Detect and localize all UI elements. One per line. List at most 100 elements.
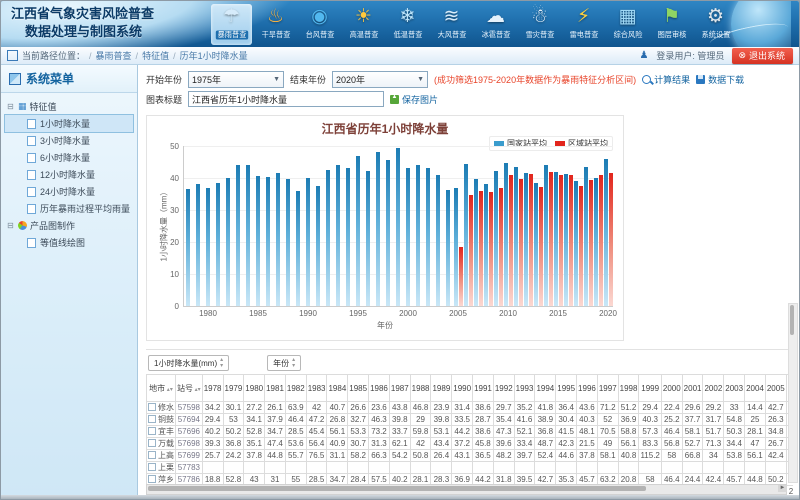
horizontal-scrollbar-thumb[interactable] <box>148 486 646 491</box>
column-header-year-1984[interactable]: 1984 <box>327 375 348 402</box>
toolbar-item-低温普查[interactable]: ❄低温普查 <box>387 4 428 45</box>
sidebar-item-12小时降水量[interactable]: 12小时降水量 <box>5 166 133 183</box>
column-header-year-1996[interactable]: 1996 <box>577 375 598 402</box>
row-checkbox[interactable] <box>148 439 156 447</box>
column-header-year-2004[interactable]: 2004 <box>745 375 766 402</box>
sidebar-item-24小时降水量[interactable]: 24小时降水量 <box>5 183 133 200</box>
column-header-year-1989[interactable]: 1989 <box>431 375 452 402</box>
station-name-cell: 上栗 <box>147 462 176 474</box>
sidebar-group-产品图制作[interactable]: ⊟产品图制作 <box>5 217 133 234</box>
column-header-year-2003[interactable]: 2003 <box>724 375 745 402</box>
row-checkbox[interactable] <box>148 475 156 483</box>
column-header-year-2000[interactable]: 2000 <box>661 375 682 402</box>
tree-expander-icon[interactable]: ⊟ <box>7 102 15 111</box>
sidebar-item-6小时降水量[interactable]: 6小时降水量 <box>5 149 133 166</box>
column-header-year-1982[interactable]: 1982 <box>285 375 306 402</box>
start-year-select[interactable]: 1975年▼ <box>188 71 284 88</box>
row-checkbox[interactable] <box>148 451 156 459</box>
row-checkbox[interactable] <box>148 403 156 411</box>
row-checkbox[interactable] <box>148 463 156 471</box>
column-header-year-1980[interactable]: 1980 <box>244 375 265 402</box>
bar-national-1978 <box>186 189 190 306</box>
table-row: 上高5769925.724.237.844.855.776.531.158.26… <box>147 450 794 462</box>
toolbar-item-冰雹普查[interactable]: ☁冰雹普查 <box>475 4 516 45</box>
value-type-label: 1小时降水量(mm) <box>154 358 217 369</box>
column-header-year-1990[interactable]: 1990 <box>452 375 473 402</box>
column-header-year-1991[interactable]: 1991 <box>473 375 494 402</box>
toolbar-item-大风普查[interactable]: ≋大风普查 <box>431 4 472 45</box>
column-header-year-1983[interactable]: 1983 <box>306 375 327 402</box>
calculate-result-button[interactable]: 计算结果 <box>642 73 690 86</box>
value-cell: 37.9 <box>265 414 286 426</box>
station-name: 上高 <box>158 451 174 460</box>
column-header-year-1995[interactable]: 1995 <box>556 375 577 402</box>
breadcrumb-link[interactable]: 特征值 <box>142 51 169 61</box>
value-cell: 42.7 <box>765 402 786 414</box>
column-header-year-1997[interactable]: 1997 <box>597 375 618 402</box>
breadcrumb-link[interactable]: 暴雨普查 <box>96 51 132 61</box>
exit-system-button[interactable]: ⊗ 退出系统 <box>732 48 793 64</box>
toolbar-item-暴雨普查[interactable]: ☂暴雨普查 <box>211 4 252 45</box>
column-header-year-1992[interactable]: 1992 <box>493 375 514 402</box>
table-row: 宜丰5769640.250.252.834.728.545.456.153.37… <box>147 426 794 438</box>
value-cell <box>618 462 639 474</box>
value-cell: 28.5 <box>285 426 306 438</box>
legend-item-区域站平均[interactable]: 区域站平均 <box>555 138 608 149</box>
sidebar-item-历年暴雨过程平均雨量[interactable]: 历年暴雨过程平均雨量 <box>5 200 133 217</box>
x-axis-label: 年份 <box>147 320 623 331</box>
chart-title-input[interactable] <box>188 91 384 107</box>
sidebar-group-特征值[interactable]: ⊟▦特征值 <box>5 98 133 115</box>
toolbar-item-系统设置[interactable]: ⚙系统设置 <box>695 4 736 45</box>
year-sort-dropdown[interactable]: 年份 ▴▾ <box>267 355 301 371</box>
column-header-year-1998[interactable]: 1998 <box>618 375 639 402</box>
value-cell: 47.4 <box>265 438 286 450</box>
column-header-year-1993[interactable]: 1993 <box>514 375 535 402</box>
toolbar-item-干旱普查[interactable]: ♨干旱普查 <box>255 4 296 45</box>
column-header-year-1978[interactable]: 1978 <box>202 375 223 402</box>
legend-item-国家站平均[interactable]: 国家站平均 <box>494 138 547 149</box>
station-name-cell: 万载 <box>147 438 176 450</box>
breadcrumb-link[interactable]: 历年1小时降水量 <box>180 51 248 61</box>
column-header-year-1985[interactable]: 1985 <box>348 375 369 402</box>
column-header-year-2002[interactable]: 2002 <box>703 375 724 402</box>
value-type-dropdown[interactable]: 1小时降水量(mm) ▴▾ <box>148 355 229 371</box>
column-header-year-1999[interactable]: 1999 <box>639 375 661 402</box>
column-header-year-1979[interactable]: 1979 <box>223 375 244 402</box>
column-header-year-1987[interactable]: 1987 <box>389 375 410 402</box>
value-cell: 22.4 <box>661 402 682 414</box>
scroll-right-arrow-icon[interactable]: ► <box>778 485 787 492</box>
data-download-button[interactable]: 数据下载 <box>696 73 744 86</box>
toolbar-item-综合风险[interactable]: ▦综合风险 <box>607 4 648 45</box>
toolbar-item-台风普查[interactable]: ◉台风普查 <box>299 4 340 45</box>
save-image-button[interactable]: 保存图片 <box>390 93 438 106</box>
value-cell: 46.3 <box>369 414 390 426</box>
row-checkbox[interactable] <box>148 427 156 435</box>
breadcrumb-separator: / <box>89 51 92 61</box>
column-header-station[interactable]: 站号 ▴▾ <box>176 375 203 402</box>
column-header-year-1986[interactable]: 1986 <box>369 375 390 402</box>
toolbar-item-图层审核[interactable]: ⚑图层审核 <box>651 4 692 45</box>
toolbar-item-雷电普查[interactable]: ⚡雷电普查 <box>563 4 604 45</box>
sidebar-item-3小时降水量[interactable]: 3小时降水量 <box>5 132 133 149</box>
row-checkbox[interactable] <box>148 415 156 423</box>
toolbar-item-雪灾普查[interactable]: ☃雪灾普查 <box>519 4 560 45</box>
toolbar-item-高温普查[interactable]: ☀高温普查 <box>343 4 384 45</box>
column-header-region[interactable]: 地市 ▴▾ <box>147 375 176 402</box>
value-cell: 47.2 <box>306 414 327 426</box>
column-header-year-1988[interactable]: 1988 <box>410 375 431 402</box>
sidebar-item-1小时降水量[interactable]: 1小时降水量 <box>5 115 133 132</box>
bar-regional-2007 <box>479 191 483 307</box>
column-header-year-1994[interactable]: 1994 <box>535 375 556 402</box>
column-header-year-2001[interactable]: 2001 <box>682 375 703 402</box>
vertical-scrollbar[interactable] <box>788 303 798 483</box>
column-header-year-2005[interactable]: 2005 <box>765 375 786 402</box>
vertical-scrollbar-thumb[interactable] <box>790 305 794 335</box>
tree-expander-icon[interactable]: ⊟ <box>7 221 15 230</box>
exit-label: 退出系统 <box>749 49 785 62</box>
value-cell: 40.3 <box>577 414 598 426</box>
menu-icon <box>9 73 21 85</box>
end-year-select[interactable]: 2020年▼ <box>332 71 428 88</box>
sidebar-item-等值线绘图[interactable]: 等值线绘图 <box>5 234 133 251</box>
column-header-year-1981[interactable]: 1981 <box>265 375 286 402</box>
horizontal-scrollbar[interactable]: ► <box>146 484 787 495</box>
